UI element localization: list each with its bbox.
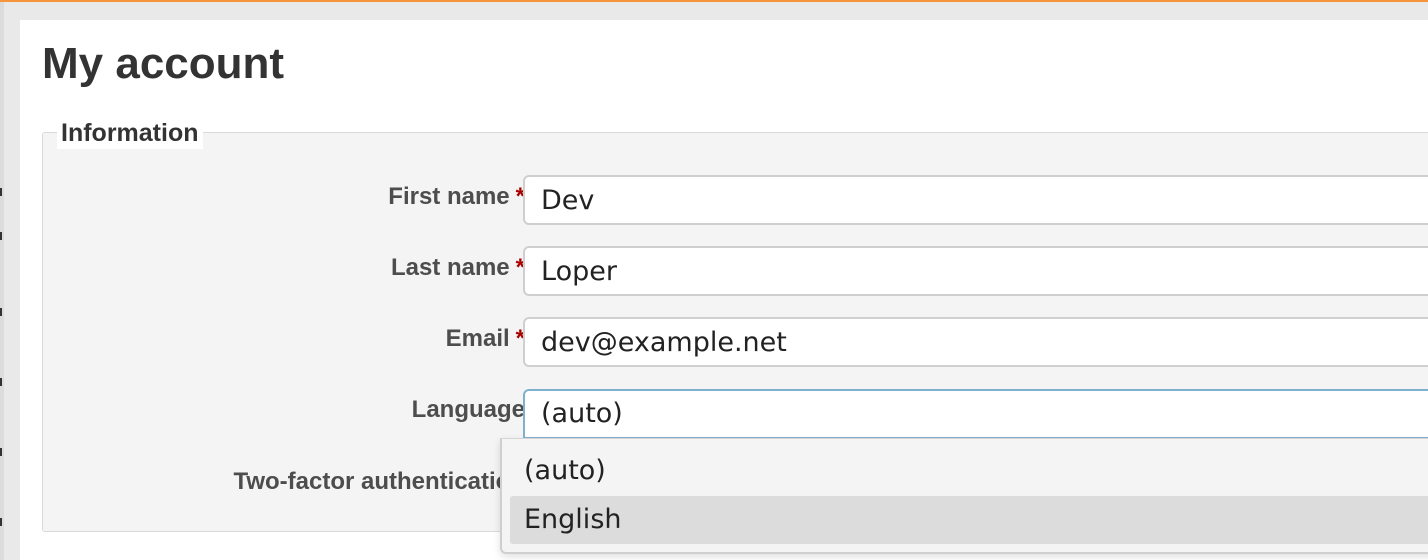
last-name-input[interactable] [523, 246, 1428, 296]
email-label: Email * [446, 324, 525, 354]
account-panel: My account Information First name* Last … [20, 20, 1428, 560]
edge-tick [0, 308, 2, 316]
language-option-english[interactable]: English [510, 496, 1428, 544]
page-title: My account [42, 39, 285, 88]
two-factor-label-text: Two-factor authentication [233, 468, 525, 495]
email-input[interactable] [523, 317, 1428, 367]
language-dropdown-list: (auto) English [500, 438, 1428, 554]
first-name-label-text: First name [388, 183, 510, 210]
two-factor-label: Two-factor authentication [233, 467, 525, 497]
language-option-auto[interactable]: (auto) [510, 447, 1428, 495]
information-legend: Information [57, 117, 203, 149]
edge-tick [0, 188, 2, 196]
last-name-label-text: Last name [390, 254, 510, 281]
language-selected-value: (auto) [541, 398, 623, 429]
last-name-label: Last name * [391, 253, 525, 283]
left-edge-strip [0, 2, 4, 560]
edge-tick [0, 518, 2, 526]
language-select[interactable]: (auto) [523, 389, 1428, 439]
language-label-text: Language [411, 396, 525, 423]
edge-tick [0, 378, 2, 386]
first-name-input[interactable] [523, 175, 1428, 225]
language-label: Language [412, 395, 525, 425]
top-accent-strip [0, 0, 1428, 2]
edge-tick [0, 448, 2, 456]
email-label-text: Email [445, 325, 510, 352]
edge-tick [0, 232, 2, 240]
first-name-label: First name * [388, 182, 525, 212]
